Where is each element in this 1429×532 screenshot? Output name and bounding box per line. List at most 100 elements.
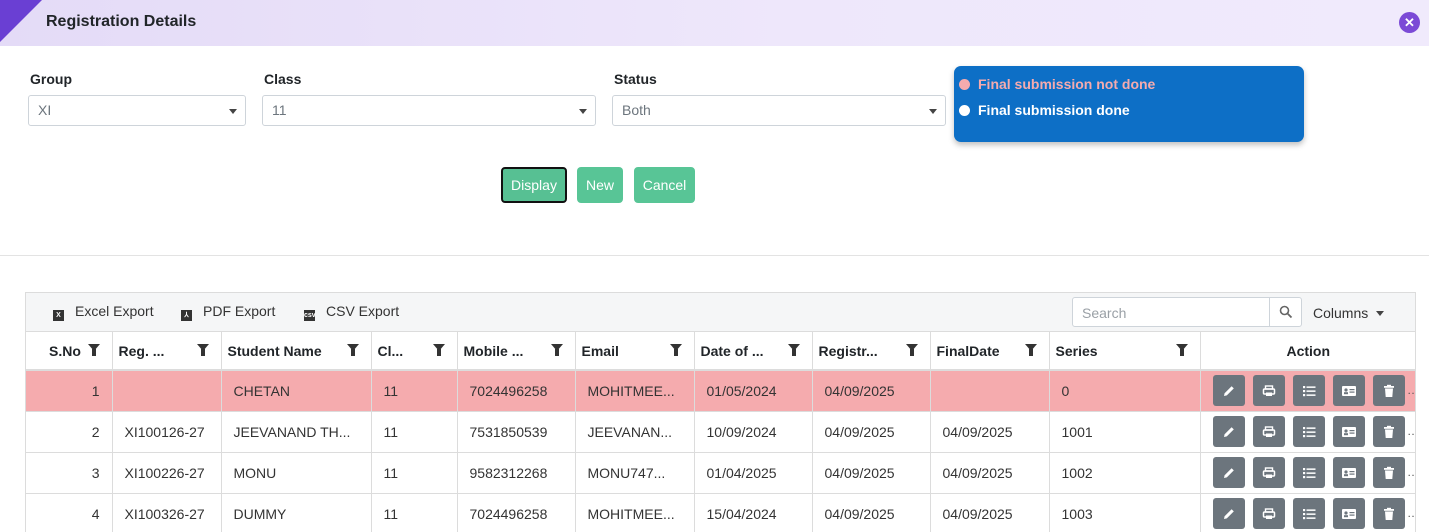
col-header-label: Mobile ... — [463, 342, 524, 359]
id-card-button[interactable] — [1332, 457, 1365, 488]
filter-icon[interactable] — [669, 344, 682, 356]
cell-actions: … — [1200, 370, 1415, 412]
filter-icon[interactable] — [346, 344, 359, 356]
col-header-registration[interactable]: Registr... — [812, 332, 931, 371]
status-label: Status — [614, 71, 657, 87]
cell-actions: … — [1200, 452, 1415, 494]
col-header-student-name[interactable]: Student Name — [221, 332, 372, 371]
cell-final-date: 04/09/2025 — [930, 411, 1050, 453]
chevron-down-icon — [579, 109, 587, 114]
delete-button[interactable] — [1372, 457, 1405, 488]
pdf-export-button[interactable]: ⅄ PDF Export — [181, 303, 275, 321]
id-card-button[interactable] — [1332, 498, 1365, 529]
print-button[interactable] — [1252, 498, 1285, 529]
columns-label: Columns — [1313, 305, 1369, 321]
print-button[interactable] — [1252, 375, 1285, 407]
cell-final-date — [930, 370, 1050, 412]
details-button[interactable] — [1292, 498, 1325, 529]
class-select[interactable]: 11 — [262, 95, 596, 126]
cell-mobile: 9582312268 — [457, 452, 576, 494]
cell-reg-no — [112, 370, 222, 412]
more-icon[interactable]: … — [1407, 383, 1415, 397]
cell-dob: 15/04/2024 — [694, 493, 813, 532]
col-header-label: Student Name — [227, 342, 322, 359]
filter-icon[interactable] — [905, 344, 918, 356]
cancel-button[interactable]: Cancel — [634, 167, 695, 203]
table-row[interactable]: 3 XI100226-27 MONU 11 9582312268 MONU747... 01… — [26, 452, 1415, 494]
col-header-mobile[interactable]: Mobile ... — [457, 332, 576, 371]
edit-button[interactable] — [1212, 498, 1245, 529]
print-button[interactable] — [1252, 457, 1285, 488]
filter-icon[interactable] — [87, 344, 100, 356]
edit-button[interactable] — [1212, 375, 1245, 407]
filter-icon[interactable] — [432, 344, 445, 356]
table-row[interactable]: 2 XI100126-27 JEEVANAND TH... 11 7531850539 J… — [26, 411, 1415, 453]
table-row[interactable]: 1 CHETAN 11 7024496258 MOHITMEE... 01/05/2024… — [26, 370, 1415, 412]
filter-icon[interactable] — [1024, 344, 1037, 356]
col-header-action: Action — [1200, 332, 1415, 371]
table-row[interactable]: 4 XI100326-27 DUMMY 11 7024496258 MOHITMEE...… — [26, 493, 1415, 532]
cell-series: 1002 — [1049, 452, 1201, 494]
chevron-down-icon — [929, 109, 937, 114]
id-card-button[interactable] — [1332, 375, 1365, 407]
new-button[interactable]: New — [577, 167, 623, 203]
filter-icon[interactable] — [196, 344, 209, 356]
col-header-sno[interactable]: S.No — [26, 332, 113, 371]
header-corner-accent — [0, 0, 42, 42]
cell-registration-date: 04/09/2025 — [812, 493, 931, 532]
cell-registration-date: 04/09/2025 — [812, 452, 931, 494]
filter-icon[interactable] — [787, 344, 800, 356]
excel-icon: X — [53, 310, 64, 321]
excel-export-label: Excel Export — [75, 303, 154, 319]
more-icon[interactable]: … — [1407, 506, 1415, 520]
registration-grid: X Excel Export ⅄ PDF Export csv CSV Export … — [25, 292, 1416, 532]
col-header-label: Action — [1286, 342, 1331, 359]
status-select[interactable]: Both — [612, 95, 946, 126]
cell-mobile: 7531850539 — [457, 411, 576, 453]
filter-icon[interactable] — [1175, 344, 1188, 356]
display-button[interactable]: Display — [501, 167, 567, 203]
print-button[interactable] — [1252, 416, 1285, 447]
columns-dropdown[interactable]: Columns — [1313, 305, 1385, 321]
group-select[interactable]: XI — [28, 95, 246, 126]
cell-dob: 10/09/2024 — [694, 411, 813, 453]
legend-label: Final submission not done — [978, 76, 1156, 92]
modal-title: Registration Details — [46, 13, 197, 30]
details-button[interactable] — [1292, 457, 1325, 488]
cell-class: 11 — [371, 411, 458, 453]
excel-export-button[interactable]: X Excel Export — [53, 303, 154, 321]
col-header-class[interactable]: Cl... — [371, 332, 458, 371]
col-header-final-date[interactable]: FinalDate — [930, 332, 1050, 371]
details-button[interactable] — [1292, 375, 1325, 407]
delete-button[interactable] — [1372, 375, 1405, 407]
cell-registration-date: 04/09/2025 — [812, 370, 931, 412]
id-card-button[interactable] — [1332, 416, 1365, 447]
edit-button[interactable] — [1212, 416, 1245, 447]
cell-student-name: CHETAN — [221, 370, 372, 412]
cell-email: MOHITMEE... — [575, 493, 695, 532]
col-header-label: S.No — [49, 342, 81, 359]
csv-export-button[interactable]: csv CSV Export — [304, 303, 399, 321]
col-header-series[interactable]: Series — [1049, 332, 1201, 371]
group-label: Group — [30, 71, 72, 87]
filter-icon[interactable] — [550, 344, 563, 356]
close-icon[interactable]: ✕ — [1399, 12, 1420, 33]
cell-sno: 2 — [26, 411, 113, 453]
more-icon[interactable]: … — [1407, 424, 1415, 438]
delete-button[interactable] — [1372, 416, 1405, 447]
class-label: Class — [264, 71, 302, 87]
pdf-icon: ⅄ — [181, 310, 192, 321]
more-icon[interactable]: … — [1407, 465, 1415, 479]
cell-sno: 1 — [26, 370, 113, 412]
search-icon[interactable] — [1269, 298, 1301, 326]
col-header-dob[interactable]: Date of ... — [694, 332, 813, 371]
col-header-reg[interactable]: Reg. ... — [112, 332, 222, 371]
pdf-export-label: PDF Export — [203, 303, 276, 319]
edit-button[interactable] — [1212, 457, 1245, 488]
col-header-email[interactable]: Email — [575, 332, 695, 371]
modal-header: Registration Details ✕ — [0, 0, 1429, 46]
delete-button[interactable] — [1372, 498, 1405, 529]
search-input[interactable]: Search — [1072, 297, 1302, 327]
details-button[interactable] — [1292, 416, 1325, 447]
section-divider — [0, 255, 1429, 256]
